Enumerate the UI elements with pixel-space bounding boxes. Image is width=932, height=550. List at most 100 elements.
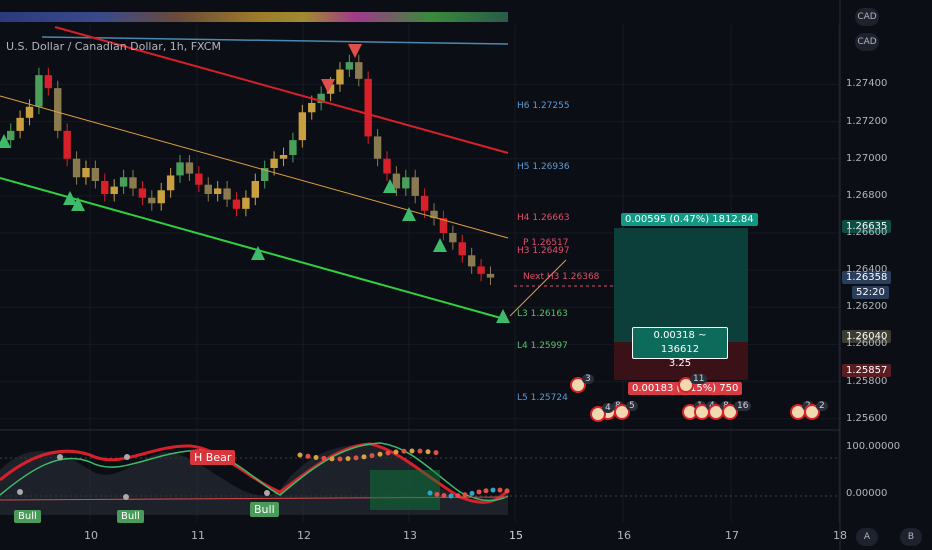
bull-label-1: Bull (14, 510, 41, 523)
heatmap-strip (0, 12, 508, 22)
candle-body (176, 162, 184, 176)
osc-dot (433, 450, 439, 456)
candle-body (345, 62, 354, 70)
candle-body (185, 162, 194, 174)
osc-dot (337, 456, 343, 462)
candle-body (449, 233, 457, 243)
osc-dot (417, 448, 423, 454)
candle-body (270, 158, 278, 168)
x-tick-label: 17 (725, 529, 739, 542)
candle-body (25, 106, 34, 118)
osc-tick-label: 0.00000 (846, 488, 888, 499)
osc-dot (353, 455, 359, 461)
osc-dot (441, 493, 447, 499)
candle-body (308, 103, 316, 113)
candle-body (148, 197, 156, 204)
osc-marker (17, 489, 23, 495)
candle-body (355, 62, 363, 79)
candle-body (364, 78, 372, 137)
candle-body (383, 158, 391, 174)
candle-body (223, 188, 231, 200)
pivot-label: H4 1.26663 (517, 213, 570, 223)
osc-dot (448, 493, 454, 499)
y-tick-label: 1.26600 (846, 227, 888, 238)
price-chart[interactable] (0, 0, 932, 550)
candle-body (54, 88, 62, 131)
osc-dot (483, 488, 489, 494)
candle-body (44, 75, 53, 89)
candle-body (336, 69, 344, 85)
y-tick-label: 1.26200 (846, 301, 888, 313)
currency-badge-2[interactable]: CAD (855, 33, 879, 51)
osc-dot (329, 456, 335, 462)
candle-body (204, 184, 212, 194)
symbol-title: U.S. Dollar / Canadian Dollar, 1h, FXCM (6, 40, 221, 53)
candle-body (242, 197, 250, 209)
h-bear-label: H Bear (190, 450, 236, 465)
candle-body (411, 177, 419, 196)
osc-dot (305, 453, 311, 459)
price-badge: 52:20 (852, 285, 889, 299)
osc-tick-label: 100.00000 (846, 441, 901, 452)
candle-body (458, 242, 466, 256)
osc-marker (264, 490, 270, 496)
candle-body (166, 175, 175, 191)
candle-body (101, 181, 109, 194)
osc-dot (434, 491, 440, 497)
candle-body (16, 117, 24, 131)
x-tick-label: 13 (403, 529, 417, 542)
osc-dot (490, 487, 496, 493)
osc-dot (504, 488, 510, 494)
candle-body (195, 173, 203, 185)
profit-label: 0.00595 (0.47%) 1812.84 (621, 213, 758, 226)
position-center-line2: 3.25 (668, 358, 692, 369)
osc-dot (361, 454, 367, 460)
candle-body (91, 168, 100, 181)
log-scale-button[interactable]: B (900, 528, 922, 546)
position-center-box[interactable]: 0.00318 ~ 136612 3.25 (632, 327, 728, 369)
x-tick-label: 10 (84, 529, 98, 542)
candle-body (72, 158, 81, 178)
event-count: 11 (690, 374, 708, 384)
event-count: 2 (816, 401, 828, 411)
candle-body (402, 177, 410, 189)
osc-dot (476, 489, 482, 495)
profit-zone[interactable] (614, 228, 748, 342)
osc-dot (469, 490, 475, 496)
candle-body (129, 177, 137, 189)
auto-scale-button[interactable]: A (856, 528, 878, 546)
chart-stage: U.S. Dollar / Canadian Dollar, 1h, FXCM … (0, 0, 932, 550)
pivot-label: L3 1.26163 (517, 309, 568, 319)
candle-body (63, 130, 71, 159)
y-tick-label: 1.26800 (846, 189, 888, 201)
event-count: 4 (602, 403, 614, 413)
candle-body (486, 273, 495, 278)
y-tick-label: 1.27400 (846, 78, 888, 90)
candle-body (392, 173, 401, 189)
osc-dot (393, 449, 399, 455)
candle-body (35, 75, 43, 107)
osc-dot (409, 448, 415, 454)
y-tick-label: 1.27000 (846, 152, 888, 164)
candle-body (477, 266, 485, 274)
candle-body (289, 140, 297, 155)
x-tick-label: 12 (297, 529, 311, 542)
pivot-label: H6 1.27255 (517, 101, 570, 111)
osc-dot (377, 451, 383, 457)
osc-dot (345, 456, 351, 462)
bull-label-2: Bull (117, 510, 144, 523)
osc-dot (497, 487, 503, 493)
osc-green-zone (370, 470, 440, 510)
osc-dot (313, 454, 319, 460)
candle-body (119, 177, 128, 187)
pivot-label: L5 1.25724 (517, 393, 568, 403)
currency-badge-1[interactable]: CAD (855, 8, 879, 26)
event-count: 16 (734, 401, 752, 411)
osc-dot (455, 493, 461, 499)
y-tick-label: 1.25600 (846, 412, 888, 424)
y-tick-label: 1.27200 (846, 115, 888, 127)
candle-body (138, 188, 147, 198)
x-tick-label: 18 (833, 529, 847, 542)
osc-dot (297, 452, 303, 458)
osc-dot (385, 450, 391, 456)
